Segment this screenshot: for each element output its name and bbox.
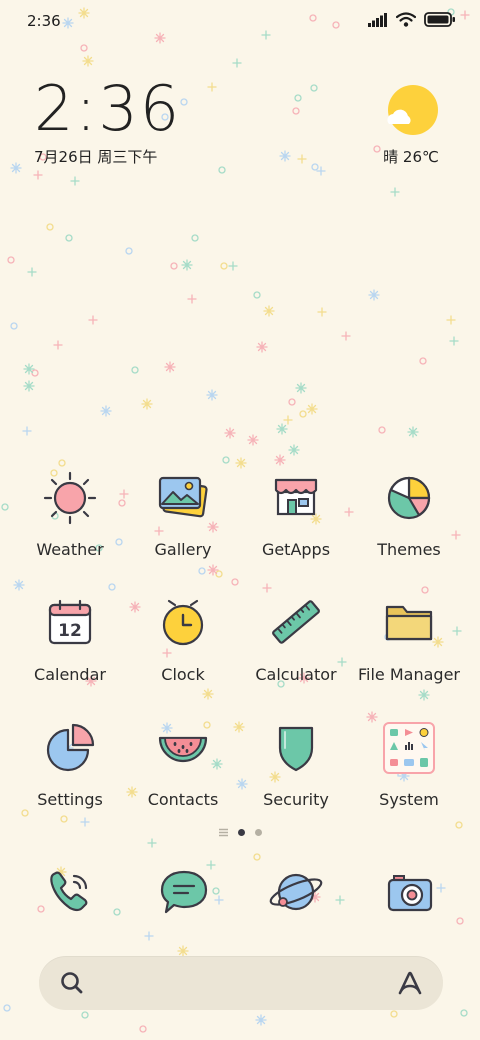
app-file-manager[interactable]: File Manager bbox=[349, 595, 469, 684]
dock-camera[interactable] bbox=[380, 862, 440, 922]
app-label: Security bbox=[263, 790, 329, 809]
app-getapps[interactable]: GetApps bbox=[236, 470, 356, 559]
ruler-icon bbox=[272, 600, 320, 644]
app-label: Calculator bbox=[255, 665, 337, 684]
message-icon bbox=[160, 870, 208, 914]
widget-date: 7月26日 周三下午 bbox=[34, 148, 158, 166]
app-label: Gallery bbox=[154, 540, 212, 559]
page-dot[interactable] bbox=[254, 829, 262, 836]
app-label: Settings bbox=[37, 790, 103, 809]
camera-icon bbox=[387, 875, 433, 912]
clock-icon bbox=[162, 599, 204, 646]
app-settings[interactable]: Settings bbox=[10, 720, 130, 809]
clock-widget[interactable]: 2:36 7月26日 周三下午 bbox=[34, 76, 181, 167]
app-label: Calendar bbox=[34, 665, 106, 684]
app-label: Weather bbox=[36, 540, 104, 559]
page-indicator[interactable] bbox=[0, 828, 480, 837]
app-themes[interactable]: Themes bbox=[349, 470, 469, 559]
phone-icon bbox=[50, 871, 88, 912]
search-bar[interactable] bbox=[39, 956, 443, 1010]
app-calculator[interactable]: Calculator bbox=[236, 595, 356, 684]
sun-icon bbox=[43, 471, 97, 525]
app-security[interactable]: Security bbox=[236, 720, 356, 809]
shield-icon bbox=[278, 726, 314, 772]
status-icons bbox=[368, 12, 456, 27]
page-dot-active[interactable] bbox=[237, 829, 245, 836]
app-label: System bbox=[379, 790, 439, 809]
watermelon-icon bbox=[158, 736, 208, 763]
app-clock[interactable]: Clock bbox=[123, 595, 243, 684]
battery-icon bbox=[424, 12, 455, 27]
weather-widget[interactable]: 晴 26℃ bbox=[376, 84, 446, 167]
sun-cloud-icon bbox=[387, 85, 438, 135]
app-contacts[interactable]: Contacts bbox=[123, 720, 243, 809]
planet-icon bbox=[269, 873, 323, 911]
app-label: Contacts bbox=[147, 790, 219, 809]
app-label: Clock bbox=[161, 665, 205, 684]
calendar-day: 12 bbox=[58, 621, 82, 641]
page-list-icon[interactable] bbox=[218, 828, 228, 837]
pie-settings-icon bbox=[46, 723, 95, 772]
weather-condition-temp: 晴 26℃ bbox=[383, 148, 439, 166]
app-weather[interactable]: Weather bbox=[10, 470, 130, 559]
signal-icon bbox=[368, 12, 387, 27]
app-calendar[interactable]: 12 Calendar bbox=[10, 595, 130, 684]
app-system[interactable]: System bbox=[349, 720, 469, 809]
status-time: 2:36 bbox=[27, 12, 61, 30]
app-label: Themes bbox=[377, 540, 441, 559]
palette-icon bbox=[387, 476, 431, 520]
app-label: File Manager bbox=[358, 665, 460, 684]
assistant-icon[interactable] bbox=[395, 968, 425, 998]
status-bar: 2:36 bbox=[0, 0, 480, 44]
photos-icon bbox=[158, 476, 208, 518]
search-icon[interactable] bbox=[59, 970, 85, 996]
app-gallery[interactable]: Gallery bbox=[123, 470, 243, 559]
app-folder-icon bbox=[383, 722, 435, 774]
widget-time: 2:36 bbox=[34, 72, 182, 145]
app-label: GetApps bbox=[261, 540, 331, 559]
wifi-icon bbox=[396, 12, 416, 27]
dock-messages[interactable] bbox=[154, 862, 214, 922]
folder-icon bbox=[385, 605, 433, 641]
calendar-icon: 12 bbox=[48, 599, 92, 645]
dock-phone[interactable] bbox=[40, 862, 100, 922]
store-icon bbox=[274, 478, 318, 516]
dock-browser[interactable] bbox=[266, 862, 326, 922]
